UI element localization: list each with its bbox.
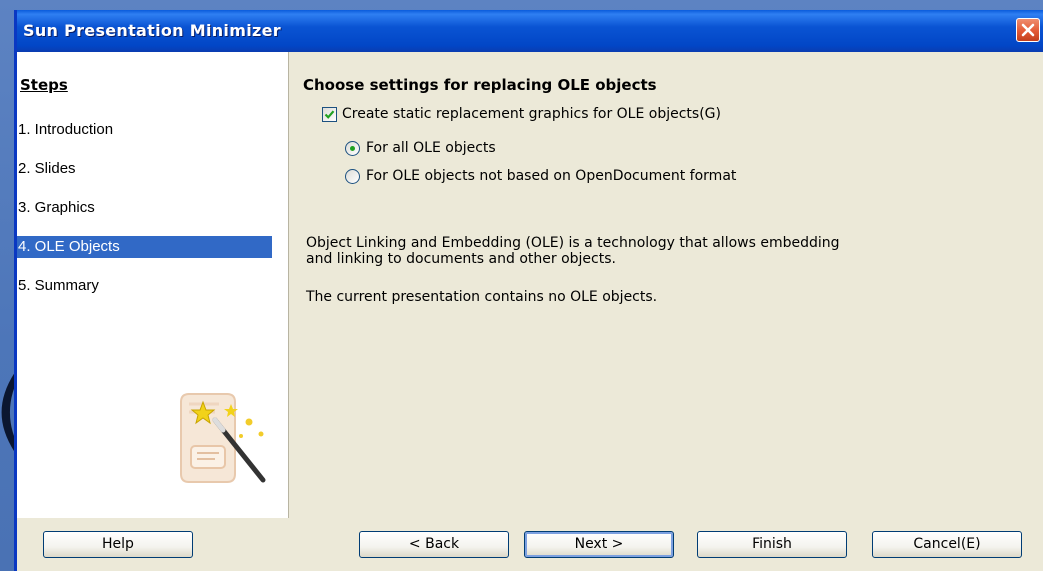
step-introduction[interactable]: 1. Introduction xyxy=(17,119,272,141)
radio-all-option[interactable]: For all OLE objects xyxy=(345,140,496,156)
help-button[interactable]: Help xyxy=(43,531,193,558)
step-summary[interactable]: 5. Summary xyxy=(17,275,272,297)
next-button[interactable]: Next > xyxy=(524,531,674,558)
button-bar: Help < Back Next > Finish Cancel(E) xyxy=(17,518,1043,571)
radio-selected-dot xyxy=(350,145,355,151)
title-bar[interactable]: Sun Presentation Minimizer xyxy=(17,10,1043,52)
window-title: Sun Presentation Minimizer xyxy=(23,21,281,40)
radio-all-label: For all OLE objects xyxy=(366,140,496,156)
back-button[interactable]: < Back xyxy=(359,531,509,558)
create-static-option[interactable]: Create static replacement graphics for O… xyxy=(322,106,721,122)
radio-not-opendocument-button[interactable] xyxy=(345,168,360,184)
step-slides[interactable]: 2. Slides xyxy=(17,158,272,180)
description-line-2: and linking to documents and other objec… xyxy=(306,251,616,267)
close-button[interactable] xyxy=(1016,18,1040,42)
step-ole-objects[interactable]: 4. OLE Objects xyxy=(17,236,272,258)
create-static-label: Create static replacement graphics for O… xyxy=(342,106,721,122)
radio-not-opendocument-label: For OLE objects not based on OpenDocumen… xyxy=(366,168,737,184)
create-static-checkbox[interactable] xyxy=(322,106,337,122)
page-heading: Choose settings for replacing OLE object… xyxy=(303,76,657,94)
ole-status: The current presentation contains no OLE… xyxy=(306,289,658,305)
check-icon xyxy=(324,109,335,119)
finish-button[interactable]: Finish xyxy=(697,531,847,558)
close-icon xyxy=(1021,23,1035,37)
step-graphics[interactable]: 3. Graphics xyxy=(17,197,272,219)
description-line-1: Object Linking and Embedding (OLE) is a … xyxy=(306,235,840,251)
radio-not-opendocument-option[interactable]: For OLE objects not based on OpenDocumen… xyxy=(345,168,736,184)
main-panel: Choose settings for replacing OLE object… xyxy=(289,52,1043,518)
cancel-button[interactable]: Cancel(E) xyxy=(872,531,1022,558)
wizard-wand-icon xyxy=(180,393,266,483)
ole-description: Object Linking and Embedding (OLE) is a … xyxy=(306,235,986,267)
radio-all-button[interactable] xyxy=(345,140,360,156)
steps-panel: Steps 1. Introduction 2. Slides 3. Graph… xyxy=(17,52,289,518)
dialog-window: Sun Presentation Minimizer Steps 1. Intr… xyxy=(14,10,1043,571)
dialog-content: Steps 1. Introduction 2. Slides 3. Graph… xyxy=(17,52,1043,519)
steps-title: Steps xyxy=(20,76,68,94)
